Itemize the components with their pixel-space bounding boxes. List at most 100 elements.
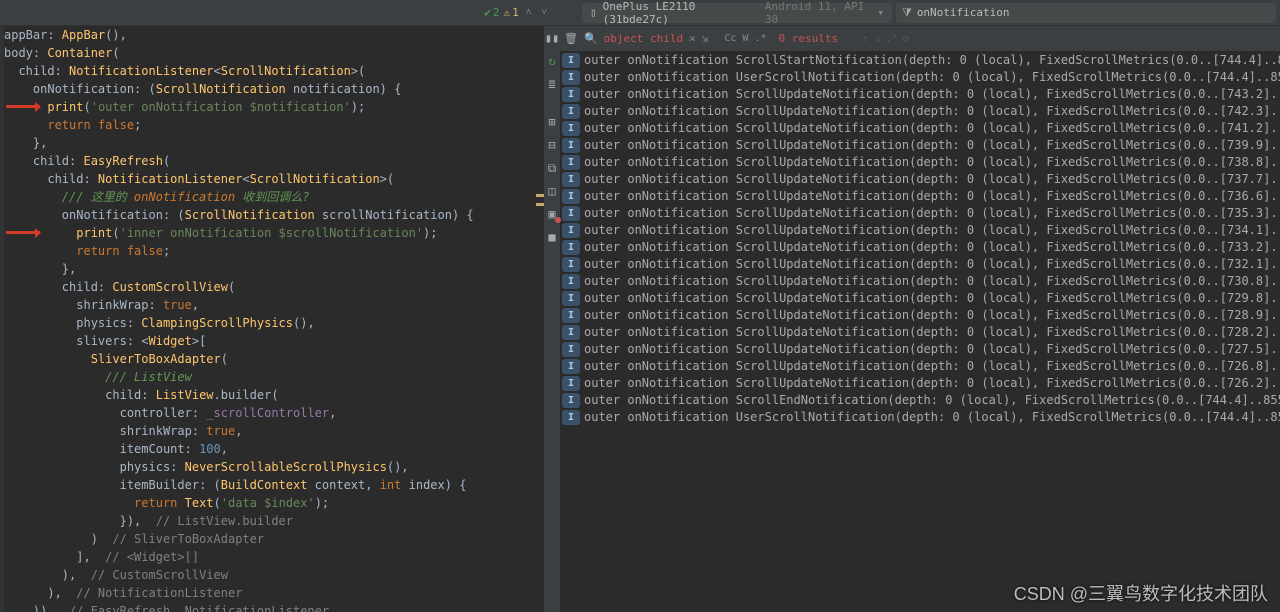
settings-gear-icon[interactable]: ⚙: [902, 32, 909, 45]
log-level-badge: I: [562, 342, 580, 357]
log-text: outer onNotification ScrollUpdateNotific…: [584, 137, 1280, 154]
log-text: outer onNotification ScrollUpdateNotific…: [584, 222, 1280, 239]
log-level-badge: I: [562, 206, 580, 221]
log-search-bar: 🗑 🔍 object child × ⇲ Cc W .* 0 results ↑…: [560, 26, 1280, 52]
log-line: Iouter onNotification ScrollUpdateNotifi…: [560, 239, 1280, 256]
bookmark-icon[interactable]: ◫: [544, 183, 560, 199]
arrow-down-icon[interactable]: ↓: [875, 32, 882, 45]
chevron-down-icon[interactable]: ˅: [541, 7, 547, 18]
log-text: outer onNotification ScrollUpdateNotific…: [584, 375, 1280, 392]
trash-icon[interactable]: 🗑: [564, 32, 578, 45]
camera-icon[interactable]: ▣: [544, 206, 560, 222]
log-level-badge: I: [562, 376, 580, 391]
device-selector[interactable]: ▯ OnePlus LE2110 (31bde27c) Android 11, …: [582, 3, 892, 23]
structure-icon[interactable]: ≣: [544, 76, 560, 92]
log-text: outer onNotification ScrollUpdateNotific…: [584, 290, 1280, 307]
filter-icon[interactable]: ⊟: [544, 137, 560, 153]
expand-icon[interactable]: ⤢: [887, 32, 896, 46]
log-line: Iouter onNotification ScrollUpdateNotifi…: [560, 222, 1280, 239]
video-icon[interactable]: ■: [544, 229, 560, 245]
chevron-down-icon: ▾: [877, 6, 884, 19]
log-line: Iouter onNotification ScrollUpdateNotifi…: [560, 324, 1280, 341]
annotation-arrow-outer: [6, 105, 40, 108]
log-line: Iouter onNotification ScrollUpdateNotifi…: [560, 154, 1280, 171]
log-text: outer onNotification ScrollUpdateNotific…: [584, 103, 1280, 120]
log-level-badge: I: [562, 70, 580, 85]
pause-icon[interactable]: ▮▮: [544, 30, 560, 46]
log-output[interactable]: Iouter onNotification ScrollStartNotific…: [560, 52, 1280, 612]
settings-icon[interactable]: ⊞: [544, 114, 560, 130]
log-line: Iouter onNotification ScrollUpdateNotifi…: [560, 290, 1280, 307]
log-text: outer onNotification ScrollEndNotificati…: [584, 392, 1280, 409]
log-level-badge: I: [562, 189, 580, 204]
log-text: outer onNotification ScrollUpdateNotific…: [584, 273, 1280, 290]
ok-count: 2: [493, 6, 500, 19]
log-level-badge: I: [562, 308, 580, 323]
log-text: outer onNotification ScrollUpdateNotific…: [584, 358, 1280, 375]
chevron-up-icon[interactable]: ˄: [526, 7, 532, 18]
close-icon[interactable]: ×: [689, 32, 696, 45]
device-name: OnePlus LE2110 (31bde27c): [603, 0, 759, 26]
log-level-badge: I: [562, 291, 580, 306]
regex-toggle[interactable]: .*: [754, 33, 766, 44]
filter-text: onNotification: [917, 6, 1010, 19]
log-line: Iouter onNotification UserScrollNotifica…: [560, 69, 1280, 86]
log-level-badge: I: [562, 104, 580, 119]
log-level-badge: I: [562, 325, 580, 340]
log-line: Iouter onNotification ScrollUpdateNotifi…: [560, 375, 1280, 392]
log-level-badge: I: [562, 410, 580, 425]
log-text: outer onNotification ScrollUpdateNotific…: [584, 239, 1280, 256]
log-filter-input[interactable]: ⧩ onNotification: [896, 3, 1276, 23]
log-level-badge: I: [562, 87, 580, 102]
restart-icon[interactable]: ↻: [544, 53, 560, 69]
search-results-count: 0 results: [779, 32, 839, 45]
inspection-ok-icon[interactable]: ✔ 2: [484, 6, 499, 19]
log-line: Iouter onNotification ScrollUpdateNotifi…: [560, 256, 1280, 273]
warn-count: 1: [512, 6, 519, 19]
log-level-badge: I: [562, 359, 580, 374]
log-level-badge: I: [562, 240, 580, 255]
log-line: Iouter onNotification ScrollUpdateNotifi…: [560, 341, 1280, 358]
code-editor[interactable]: appBar: AppBar(), body: Container( child…: [0, 26, 544, 612]
log-text: outer onNotification ScrollUpdateNotific…: [584, 171, 1280, 188]
words-toggle[interactable]: W: [742, 33, 748, 44]
match-case-toggle[interactable]: Cc: [724, 33, 736, 44]
log-text: outer onNotification ScrollUpdateNotific…: [584, 120, 1280, 137]
log-level-badge: I: [562, 274, 580, 289]
watermark-text: CSDN @三翼鸟数字化技术团队: [1014, 580, 1268, 606]
log-text: outer onNotification ScrollUpdateNotific…: [584, 86, 1280, 103]
log-text: outer onNotification UserScrollNotificat…: [584, 69, 1280, 86]
inspection-warn-icon[interactable]: ⚠ 1: [503, 6, 518, 19]
top-toolbar: ✔ 2 ⚠ 1 ˄ ˅ ▯ OnePlus LE2110 (31bde27c) …: [0, 0, 1280, 26]
log-level-badge: I: [562, 393, 580, 408]
search-query[interactable]: object child: [604, 32, 683, 45]
log-level-badge: I: [562, 138, 580, 153]
log-line: Iouter onNotification ScrollUpdateNotifi…: [560, 188, 1280, 205]
gutter-change-marker: [536, 203, 544, 206]
search-icon[interactable]: 🔍: [584, 32, 598, 45]
layout-icon[interactable]: ⧉: [544, 160, 560, 176]
log-line: Iouter onNotification ScrollEndNotificat…: [560, 392, 1280, 409]
log-toolbar: ▮▮ ↻ ≣ ⊞ ⊟ ⧉ ◫ ▣ ■: [544, 26, 560, 612]
log-line: Iouter onNotification ScrollUpdateNotifi…: [560, 273, 1280, 290]
log-text: outer onNotification ScrollStartNotifica…: [584, 52, 1280, 69]
arrow-up-icon[interactable]: ↑: [862, 32, 869, 45]
log-line: Iouter onNotification ScrollStartNotific…: [560, 52, 1280, 69]
gutter-change-marker: [536, 194, 544, 197]
log-text: outer onNotification ScrollUpdateNotific…: [584, 154, 1280, 171]
log-level-badge: I: [562, 172, 580, 187]
log-level-badge: I: [562, 257, 580, 272]
phone-icon: ▯: [590, 6, 597, 19]
log-level-badge: I: [562, 223, 580, 238]
log-panel: 🗑 🔍 object child × ⇲ Cc W .* 0 results ↑…: [560, 26, 1280, 612]
log-text: outer onNotification ScrollUpdateNotific…: [584, 307, 1280, 324]
log-text: outer onNotification ScrollUpdateNotific…: [584, 205, 1280, 222]
log-text: outer onNotification UserScrollNotificat…: [584, 409, 1280, 426]
annotation-arrow-inner: [6, 231, 40, 234]
log-text: outer onNotification ScrollUpdateNotific…: [584, 188, 1280, 205]
log-line: Iouter onNotification UserScrollNotifica…: [560, 409, 1280, 426]
log-text: outer onNotification ScrollUpdateNotific…: [584, 324, 1280, 341]
log-line: Iouter onNotification ScrollUpdateNotifi…: [560, 86, 1280, 103]
pin-icon[interactable]: ⇲: [702, 32, 709, 45]
log-text: outer onNotification ScrollUpdateNotific…: [584, 256, 1280, 273]
